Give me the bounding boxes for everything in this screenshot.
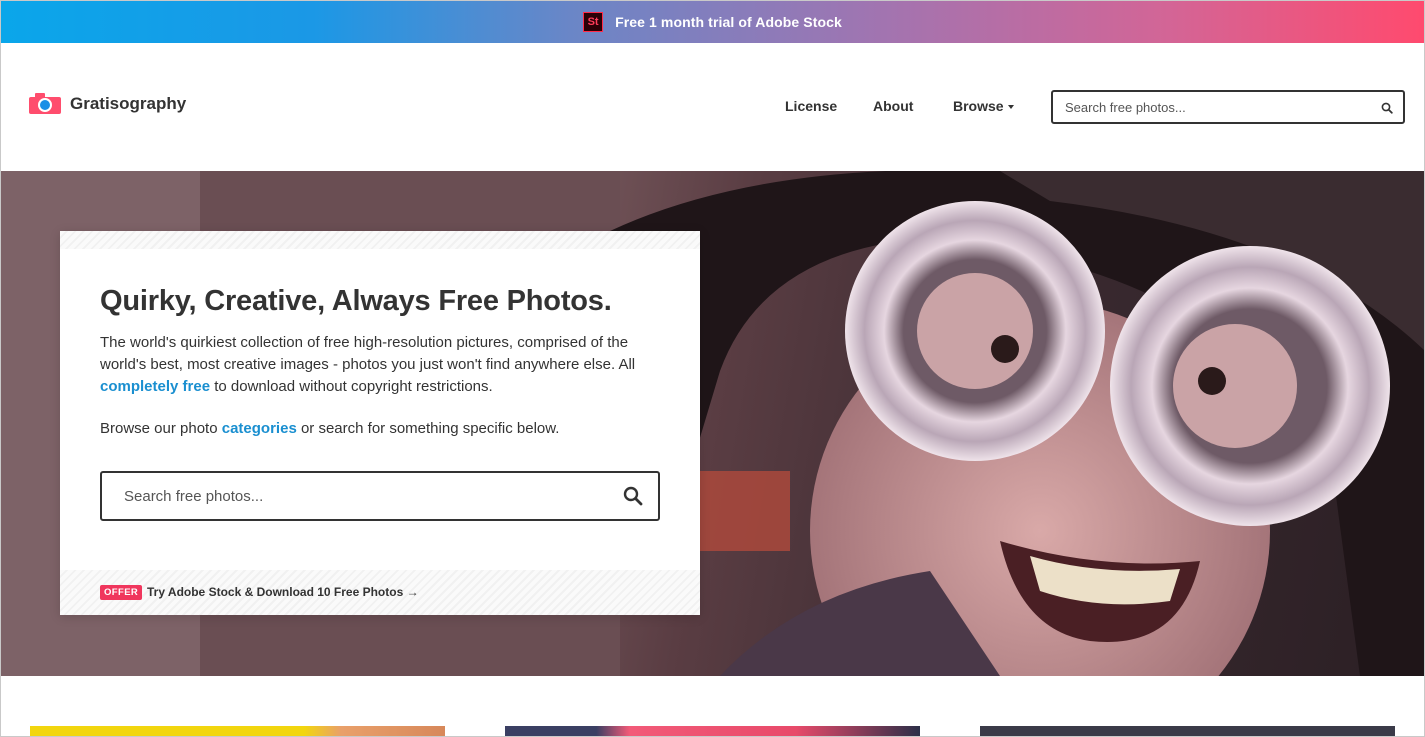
header-search[interactable] <box>1051 90 1405 124</box>
adobe-stock-icon: St <box>583 11 604 32</box>
photo-thumbnail[interactable] <box>30 726 445 737</box>
hero-intro-text: The world's quirkiest collection of free… <box>100 334 636 373</box>
arrow-right-icon: → <box>406 585 419 599</box>
categories-link[interactable]: categories <box>222 420 297 437</box>
search-icon[interactable] <box>623 486 643 506</box>
nav-browse-menu[interactable]: Browse <box>953 98 1014 114</box>
hero-intro-tail: to download without copyright restrictio… <box>210 378 493 395</box>
hero-browse-pre: Browse our photo <box>100 420 222 437</box>
hero-browse-tail: or search for something specific below. <box>296 420 560 437</box>
hero-search[interactable] <box>100 471 660 521</box>
nav-license-link[interactable]: License <box>785 98 837 114</box>
camera-logo-icon <box>29 93 61 115</box>
hero-search-input[interactable] <box>122 487 596 506</box>
site-header: Gratisography License About Browse <box>0 43 1425 171</box>
offer-link[interactable]: Try Adobe Stock & Download 10 Free Photo… <box>147 585 419 599</box>
photo-thumbnail[interactable] <box>505 726 920 737</box>
promo-text[interactable]: Free 1 month trial of Adobe Stock <box>615 14 842 30</box>
hero-browse: Browse our photo categories or search fo… <box>100 418 660 440</box>
hero-card: Quirky, Creative, Always Free Photos. Th… <box>60 231 700 615</box>
brand-name: Gratisography <box>70 94 187 113</box>
search-icon[interactable] <box>1381 102 1393 114</box>
nav-browse-label: Browse <box>953 98 1004 114</box>
offer-bar: OFFER Try Adobe Stock & Download 10 Free… <box>60 570 700 615</box>
nav-about-link[interactable]: About <box>873 98 913 114</box>
header-search-input[interactable] <box>1063 99 1367 116</box>
site-logo[interactable]: Gratisography <box>29 93 186 115</box>
promo-banner[interactable]: St Free 1 month trial of Adobe Stock <box>0 0 1425 43</box>
completely-free-link[interactable]: completely free <box>100 378 210 395</box>
photo-thumbnail[interactable] <box>980 726 1395 737</box>
offer-badge: OFFER <box>100 585 143 600</box>
caret-down-icon <box>1007 105 1014 110</box>
card-top-stripe <box>60 231 700 249</box>
hero-intro: The world's quirkiest collection of free… <box>100 332 660 398</box>
hero-title: Quirky, Creative, Always Free Photos. <box>100 285 612 317</box>
offer-text: Try Adobe Stock & Download 10 Free Photo… <box>147 585 404 599</box>
